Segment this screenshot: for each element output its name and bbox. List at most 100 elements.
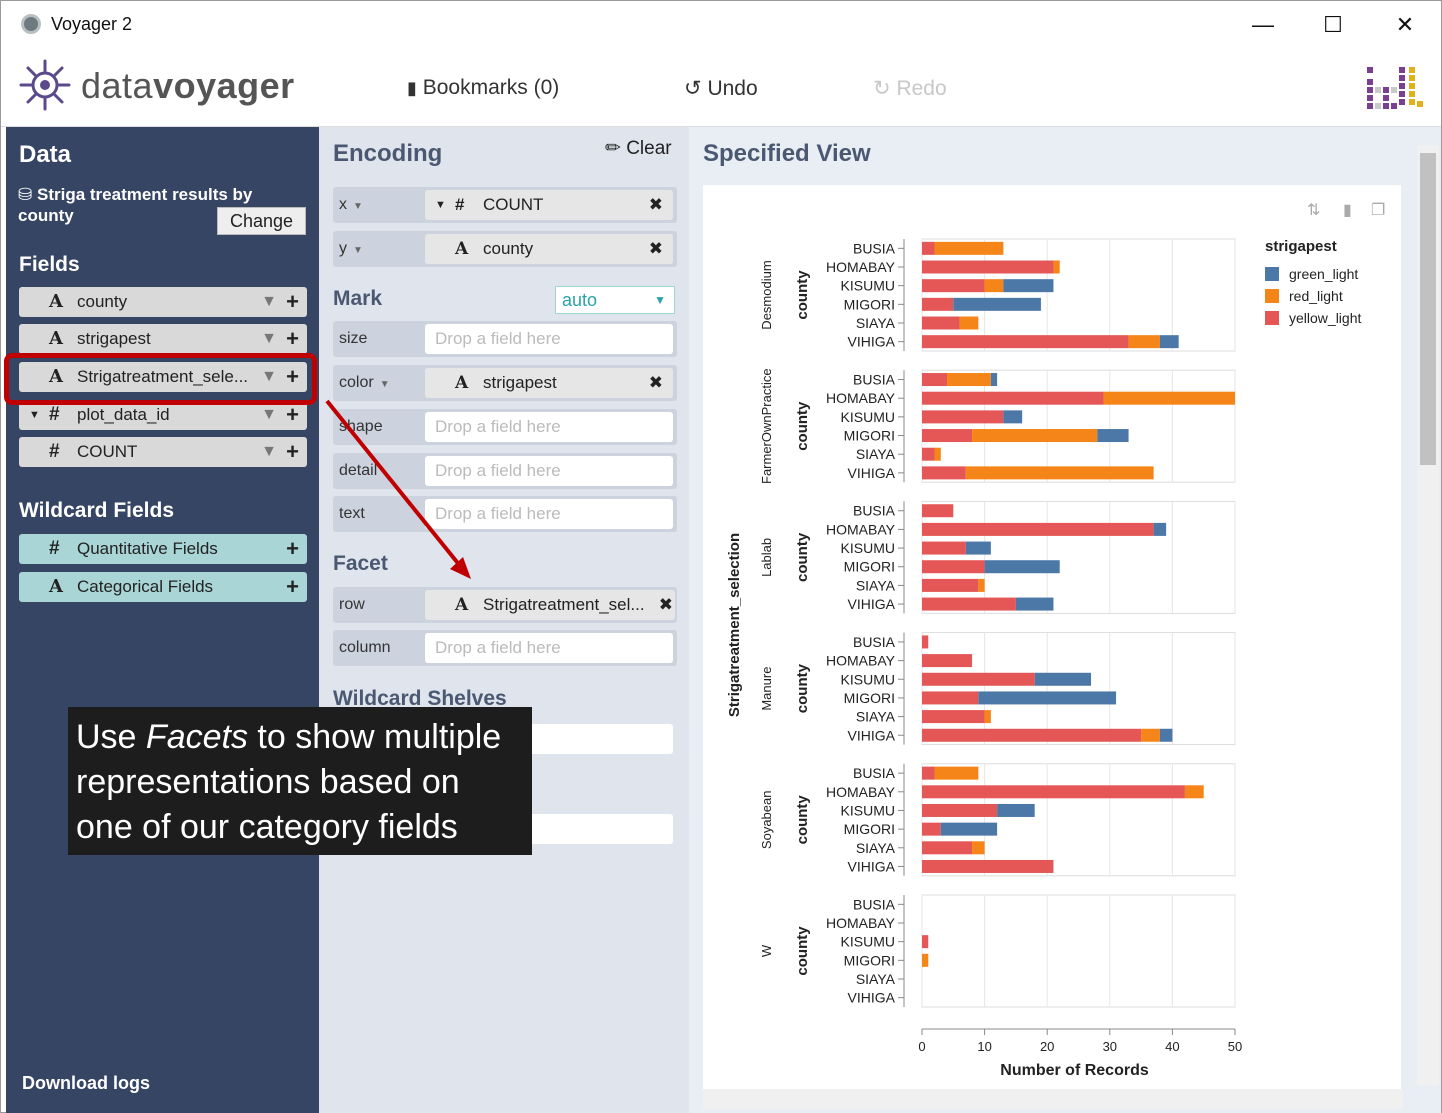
data-panel: Data ⛁ Striga treatment results by count…: [6, 127, 319, 1113]
field-pill-county[interactable]: A county ▼ +: [19, 287, 307, 317]
bar-yellow_light: [922, 522, 1154, 536]
shelf-y-field[interactable]: A county ✖: [425, 234, 673, 264]
categorical-icon: A: [49, 576, 63, 597]
shelf-size[interactable]: size Drop a field here: [333, 321, 677, 357]
category-tick-label: MIGORI: [844, 428, 895, 444]
bookmarks-button[interactable]: ▮ Bookmarks (0): [407, 76, 559, 100]
legend-label: green_light: [1289, 266, 1358, 282]
undo-button[interactable]: ↺ Undo: [684, 76, 758, 101]
mark-type-select[interactable]: auto ▼: [555, 286, 675, 314]
bar-red_light: [965, 466, 1154, 480]
facet-plot-frame: [921, 238, 1236, 352]
bar-yellow_light: [922, 447, 935, 461]
bar-red_light: [934, 766, 979, 780]
voyager-logo-icon: [19, 59, 71, 111]
remove-icon[interactable]: ✖: [649, 368, 663, 398]
category-tick-label: SIAYA: [856, 315, 896, 331]
bar-yellow_light: [922, 710, 985, 724]
legend-label: red_light: [1289, 288, 1343, 304]
shelf-row-field[interactable]: A Strigatreatment_sel... ✖: [425, 590, 675, 620]
data-panel-title: Data: [19, 141, 72, 168]
bar-green_light: [953, 297, 1041, 311]
drop-zone[interactable]: Drop a field here: [425, 456, 673, 486]
bar-yellow_light: [922, 672, 1035, 686]
download-logs-link[interactable]: Download logs: [22, 1073, 150, 1094]
drop-zone[interactable]: Drop a field here: [425, 633, 673, 663]
shelf-y[interactable]: y ▼ A county ✖: [333, 231, 677, 267]
shelf-row[interactable]: row A Strigatreatment_sel... ✖: [333, 587, 677, 623]
categorical-icon: A: [455, 239, 469, 259]
sort-icon: ⇅: [1307, 202, 1320, 219]
field-pill-count[interactable]: # COUNT ▼ +: [19, 437, 307, 467]
categorical-icon: A: [49, 328, 63, 349]
shelf-x[interactable]: x ▼ ▼ # COUNT ✖: [333, 187, 677, 223]
add-icon[interactable]: +: [286, 572, 299, 602]
horizontal-scrollbar[interactable]: [703, 1089, 1403, 1109]
copy-icon: ❐: [1371, 202, 1385, 219]
category-tick-label: BUSIA: [853, 634, 896, 650]
add-icon[interactable]: +: [286, 534, 299, 564]
caret-down-icon[interactable]: ▼: [353, 245, 363, 256]
bar-green_light: [1159, 728, 1173, 742]
bar-red_light: [1053, 260, 1060, 274]
legend-swatch: [1265, 289, 1279, 303]
y-axis-title: county: [794, 401, 811, 451]
wildcard-fields-title: Wildcard Fields: [19, 499, 175, 522]
shelf-detail[interactable]: detail Drop a field here: [333, 453, 677, 489]
eraser-icon: ✏: [605, 138, 621, 159]
bar-green_light: [1097, 429, 1129, 443]
bar-red_light: [947, 373, 991, 387]
bar-yellow_light: [922, 859, 1054, 873]
remove-icon[interactable]: ✖: [649, 190, 663, 220]
wildcard-quantitative[interactable]: # Quantitative Fields +: [19, 534, 307, 564]
filter-icon[interactable]: ▼: [261, 437, 277, 467]
clear-button[interactable]: ✏ Clear: [605, 137, 672, 160]
facet-label: Soyabean: [759, 791, 774, 850]
drop-zone[interactable]: Drop a field here: [425, 412, 673, 442]
bar-red_light: [934, 241, 1004, 255]
bar-yellow_light: [922, 822, 941, 836]
scrollbar-thumb[interactable]: [1420, 153, 1436, 465]
drop-zone[interactable]: Drop a field here: [425, 499, 673, 529]
shelf-text[interactable]: text Drop a field here: [333, 496, 677, 532]
add-icon[interactable]: +: [286, 437, 299, 467]
shelf-x-field[interactable]: ▼ # COUNT ✖: [425, 190, 673, 220]
category-tick-label: VIHIGA: [848, 465, 896, 481]
facet-plot-frame: [921, 500, 1236, 614]
caret-down-icon[interactable]: ▼: [435, 190, 446, 220]
close-button[interactable]: ✕: [1385, 9, 1425, 41]
bar-red_light: [972, 429, 1098, 443]
bar-green_light: [990, 373, 998, 387]
shelf-color[interactable]: color ▼ A strigapest ✖: [333, 365, 677, 401]
drop-zone[interactable]: Drop a field here: [425, 324, 673, 354]
add-icon[interactable]: +: [286, 324, 299, 354]
filter-icon[interactable]: ▼: [261, 287, 277, 317]
field-pill-strigapest[interactable]: A strigapest ▼ +: [19, 324, 307, 354]
shelf-column[interactable]: column Drop a field here: [333, 630, 677, 666]
minimize-button[interactable]: —: [1243, 9, 1283, 41]
redo-button[interactable]: ↻ Redo: [873, 76, 947, 101]
change-dataset-button[interactable]: Change: [217, 207, 306, 235]
category-tick-label: SIAYA: [856, 446, 896, 462]
remove-icon[interactable]: ✖: [659, 590, 673, 620]
remove-icon[interactable]: ✖: [649, 234, 663, 264]
bar-yellow_light: [922, 654, 973, 668]
category-tick-label: HOMABAY: [826, 784, 896, 800]
bar-yellow_light: [922, 466, 966, 480]
facet-plot-frame: [921, 369, 1236, 483]
x-tick-label: 20: [1040, 1039, 1054, 1054]
category-tick-label: SIAYA: [856, 709, 896, 725]
add-icon[interactable]: +: [286, 287, 299, 317]
vertical-scrollbar[interactable]: [1417, 145, 1439, 1085]
filter-icon[interactable]: ▼: [261, 324, 277, 354]
shelf-color-field[interactable]: A strigapest ✖: [425, 368, 673, 398]
bar-yellow_light: [922, 297, 954, 311]
shelf-shape[interactable]: shape Drop a field here: [333, 409, 677, 445]
app-window: Voyager 2 — ☐ ✕ datavoyager ▮ Bookmarks …: [0, 0, 1442, 1113]
caret-down-icon[interactable]: ▼: [380, 379, 390, 390]
caret-down-icon[interactable]: ▼: [353, 201, 363, 212]
category-tick-label: VIHIGA: [848, 727, 896, 743]
maximize-button[interactable]: ☐: [1313, 9, 1353, 41]
category-tick-label: KISUMU: [841, 278, 895, 294]
wildcard-categorical[interactable]: A Categorical Fields +: [19, 572, 307, 602]
